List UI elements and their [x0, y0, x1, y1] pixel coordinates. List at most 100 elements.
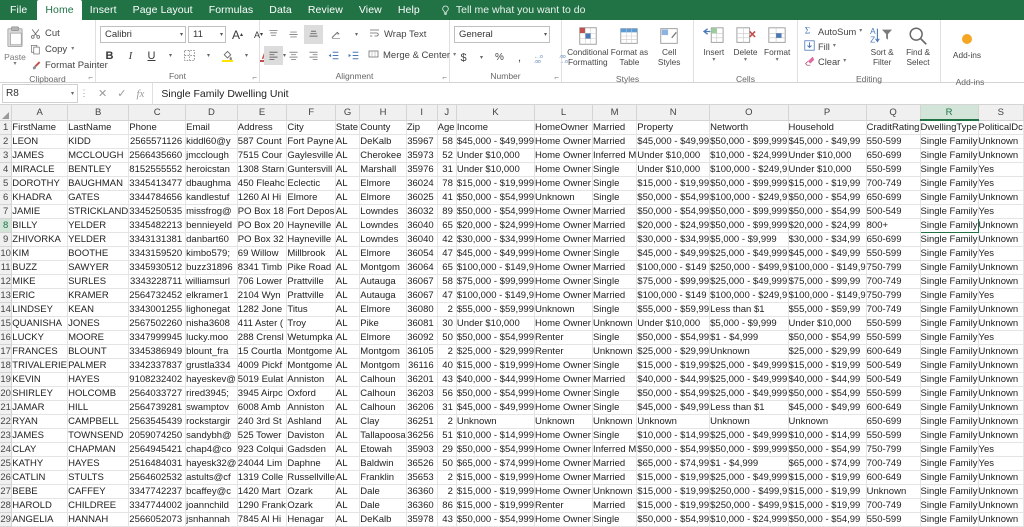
align-top-button[interactable] — [264, 25, 283, 44]
grid-cell[interactable]: $45,000 - $49,999 — [456, 247, 534, 261]
grid-cell[interactable]: Married — [592, 373, 636, 387]
grid-cell[interactable]: Married — [592, 457, 636, 471]
grid-cell[interactable]: LastName — [68, 120, 129, 135]
grid-cell[interactable]: 47 — [437, 289, 456, 303]
grid-cell[interactable]: 35903 — [406, 443, 437, 457]
grid-cell[interactable]: jmcclough — [186, 149, 238, 163]
grid-cell[interactable]: BEBE — [12, 485, 68, 499]
grid-cell[interactable]: 500-549 — [866, 205, 920, 219]
grid-cell[interactable]: Home Owner — [535, 429, 593, 443]
grid-cell[interactable]: missfrog@ — [186, 205, 238, 219]
grid-cell[interactable]: $20,000 - $24,99 — [637, 219, 710, 233]
grid-cell[interactable]: 4009 Pickf — [237, 359, 287, 373]
grid-cell[interactable]: Lowndes — [360, 219, 407, 233]
align-right-button[interactable] — [304, 46, 323, 65]
grid-cell[interactable]: Calhoun — [360, 373, 407, 387]
grid-cell[interactable]: Unknown — [978, 401, 1023, 415]
grid-cell[interactable]: Elmore — [360, 331, 407, 345]
grid-cell[interactable]: $25,000 - $49,999 — [710, 373, 788, 387]
grid-cell[interactable]: AL — [335, 163, 359, 177]
grid-cell[interactable]: Yes — [978, 247, 1023, 261]
grid-cell[interactable]: Single — [592, 191, 636, 205]
grid-cell[interactable]: 2104 Wyn — [237, 289, 287, 303]
grid-cell[interactable]: AL — [335, 149, 359, 163]
grid-cell[interactable]: AL — [335, 373, 359, 387]
grid-cell[interactable]: County — [360, 120, 407, 135]
grid-cell[interactable]: Yes — [978, 177, 1023, 191]
grid-cell[interactable]: Anniston — [287, 401, 336, 415]
grid-cell[interactable]: Dale — [360, 499, 407, 513]
grid-cell[interactable]: KHADRA — [12, 191, 68, 205]
grid-cell[interactable]: Baldwin — [360, 457, 407, 471]
grid-cell[interactable]: $100,000 - $149,9 — [456, 289, 534, 303]
grid-cell[interactable]: $1 - $4,999 — [710, 331, 788, 345]
grid-cell[interactable]: Single — [592, 247, 636, 261]
grid-cell[interactable]: 36081 — [406, 317, 437, 331]
grid-cell[interactable]: danbart60 — [186, 233, 238, 247]
grid-cell[interactable]: Home Owner — [535, 135, 593, 149]
grid-cell[interactable]: Unknown — [978, 219, 1023, 233]
grid-cell[interactable]: $50,000 - $54,999 — [456, 191, 534, 205]
tab-home[interactable]: Home — [37, 0, 81, 20]
grid-cell[interactable]: 3345482213 — [129, 219, 186, 233]
grid-cell[interactable]: hayeskev@ — [186, 373, 238, 387]
grid-cell[interactable]: Networth — [710, 120, 788, 135]
currency-dropdown-icon[interactable]: ▾ — [474, 48, 489, 67]
grid-cell[interactable]: Unknown — [978, 135, 1023, 149]
grid-cell[interactable]: 500-549 — [866, 359, 920, 373]
grid-cell[interactable]: Single Family — [920, 485, 978, 499]
grid-cell[interactable]: Home Owner — [535, 289, 593, 303]
grid-cell[interactable]: 700-749 — [866, 303, 920, 317]
grid-cell[interactable]: Montgome — [287, 359, 336, 373]
conditional-formatting-button[interactable]: Conditional Formatting — [566, 23, 610, 73]
grid-cell[interactable]: CATLIN — [12, 471, 68, 485]
currency-format-button[interactable]: $ — [454, 48, 473, 67]
grid-cell[interactable]: Home Owner — [535, 247, 593, 261]
grid-cell[interactable]: $75,000 - $99,99 — [788, 275, 866, 289]
grid-cell[interactable]: $250,000 - $499,9 — [710, 485, 788, 499]
grid-cell[interactable]: Fort Depos — [287, 205, 336, 219]
row-header-12[interactable]: 12 — [0, 275, 12, 289]
grid-cell[interactable]: 58 — [437, 135, 456, 149]
grid-cell[interactable]: 31 — [437, 401, 456, 415]
grid-cell[interactable]: 36067 — [406, 275, 437, 289]
grid-cell[interactable]: Hayneville — [287, 233, 336, 247]
column-header-e[interactable]: E — [237, 105, 287, 120]
grid-cell[interactable]: KATHY — [12, 457, 68, 471]
grid-cell[interactable]: RYAN — [12, 415, 68, 429]
grid-cell[interactable]: Titus — [287, 303, 336, 317]
copy-dropdown-icon[interactable]: ▾ — [71, 47, 74, 52]
grid-cell[interactable]: Unknown — [637, 415, 710, 429]
grid-cell[interactable]: BUZZ — [12, 261, 68, 275]
grid-cell[interactable]: $50,000 - $54,99 — [788, 331, 866, 345]
grid-cell[interactable]: MCCLOUGH — [68, 149, 129, 163]
tab-data[interactable]: Data — [261, 0, 300, 20]
grid-cell[interactable]: Unknown — [978, 471, 1023, 485]
grid-cell[interactable]: Pike — [360, 317, 407, 331]
decrease-indent-button[interactable] — [324, 46, 343, 65]
column-header-i[interactable]: I — [406, 105, 437, 120]
autosum-button[interactable]: Σ AutoSum ▾ — [802, 24, 864, 39]
grid-cell[interactable]: Single Family — [920, 359, 978, 373]
grid-cell[interactable]: CHAPMAN — [68, 443, 129, 457]
grid-cell[interactable]: HAYES — [68, 373, 129, 387]
grid-cell[interactable]: CHILDREE — [68, 499, 129, 513]
grid-cell[interactable]: AL — [335, 303, 359, 317]
grid-cell[interactable]: 8341 Timb — [237, 261, 287, 275]
grid-cell[interactable]: Unknown — [978, 317, 1023, 331]
grid-cell[interactable]: Montgom — [360, 345, 407, 359]
grid-cell[interactable]: 2 — [437, 345, 456, 359]
grid-cell[interactable]: $100,000 - $149 — [637, 289, 710, 303]
align-center-button[interactable] — [284, 46, 303, 65]
grid-cell[interactable]: Home Owner — [535, 359, 593, 373]
grid-cell[interactable]: STRICKLAND — [68, 205, 129, 219]
grid-cell[interactable]: Cherokee — [360, 149, 407, 163]
grid-cell[interactable]: bcaffey@c — [186, 485, 238, 499]
fill-button[interactable]: Fill ▾ — [802, 39, 864, 54]
grid-cell[interactable]: Unknown — [978, 345, 1023, 359]
column-header-r[interactable]: R — [920, 105, 978, 120]
grid-cell[interactable]: $45,000 - $49,99 — [788, 135, 866, 149]
grid-cell[interactable]: Yes — [978, 457, 1023, 471]
grid-cell[interactable]: 2564739281 — [129, 401, 186, 415]
find-select-button[interactable]: Find & Select — [900, 23, 936, 73]
